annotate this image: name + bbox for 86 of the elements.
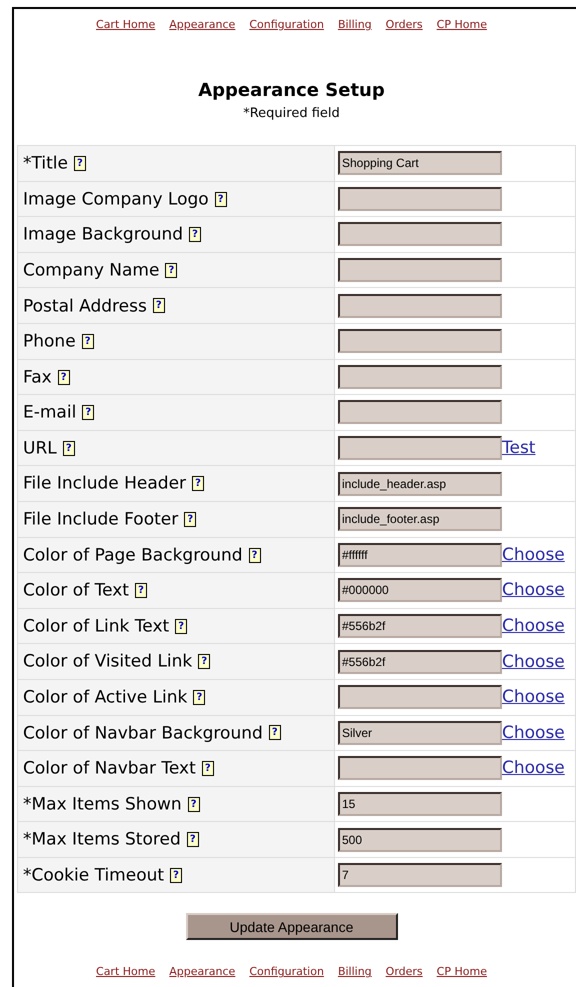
nav-link[interactable]: Appearance <box>169 965 236 978</box>
help-button[interactable]: ? <box>58 370 70 385</box>
help-button[interactable]: ? <box>192 476 204 492</box>
input-field[interactable]: #000000 <box>338 578 502 602</box>
input-field[interactable]: #ffffff <box>338 542 502 567</box>
nav-link[interactable]: Orders <box>386 965 423 978</box>
field-link[interactable]: Test <box>502 438 536 458</box>
help-button[interactable]: ? <box>268 725 281 740</box>
nav-link[interactable]: Billing <box>338 18 372 31</box>
input-field[interactable] <box>338 258 502 282</box>
input-field[interactable]: include_footer.asp <box>338 507 502 532</box>
help-button[interactable]: ? <box>62 440 75 456</box>
input-field[interactable] <box>338 186 502 211</box>
nav-link[interactable]: Configuration <box>249 18 324 31</box>
label-text: *Max Items Stored <box>23 830 181 850</box>
nav-link[interactable]: Cart Home <box>96 965 156 978</box>
input-field[interactable]: include_header.asp <box>338 472 502 496</box>
field-link[interactable]: Choose <box>502 616 565 636</box>
label-text: E-mail <box>23 402 76 423</box>
nav-link[interactable]: Orders <box>386 18 423 31</box>
help-button[interactable]: ? <box>189 227 202 242</box>
label-text: *Title <box>23 153 68 174</box>
help-button[interactable]: ? <box>184 512 196 527</box>
update-button[interactable]: Update Appearance <box>186 913 398 940</box>
input-field[interactable] <box>338 364 502 389</box>
help-button[interactable]: ? <box>82 405 94 420</box>
input-field[interactable]: 15 <box>338 792 502 816</box>
help-button[interactable]: ? <box>134 583 147 598</box>
input-field[interactable]: Shopping Cart <box>338 151 502 176</box>
page-heading: Appearance Setup <box>198 80 385 101</box>
input-field[interactable]: 7 <box>338 863 502 888</box>
nav-link[interactable]: CP Home <box>436 18 487 31</box>
field-link[interactable]: Choose <box>502 722 565 743</box>
label-text: File Include Header <box>23 474 186 494</box>
input-field[interactable] <box>338 756 502 780</box>
help-button[interactable]: ? <box>202 761 214 776</box>
help-button[interactable]: ? <box>165 262 178 278</box>
field-link[interactable]: Choose <box>502 544 565 565</box>
label-text: *Max Items Shown <box>23 794 182 814</box>
help-button[interactable]: ? <box>248 548 261 562</box>
label-text: Color of Visited Link <box>23 652 192 672</box>
field-link[interactable]: Choose <box>502 687 565 708</box>
help-button[interactable]: ? <box>214 192 227 207</box>
input-field[interactable]: #556b2f <box>338 614 502 638</box>
label-text: Color of Text <box>23 580 129 601</box>
label-text: Company Name <box>23 260 160 280</box>
input-field[interactable] <box>338 685 502 710</box>
help-button[interactable]: ? <box>74 156 86 171</box>
input-field[interactable] <box>338 436 502 460</box>
nav-link[interactable]: Billing <box>338 965 372 978</box>
input-field[interactable] <box>338 294 502 318</box>
label-text: Color of Active Link <box>23 687 188 708</box>
label-text: Phone <box>23 331 76 352</box>
help-button[interactable]: ? <box>198 654 210 670</box>
label-text: Color of Page Background <box>23 545 243 565</box>
nav-link[interactable]: Cart Home <box>96 18 156 31</box>
help-button[interactable]: ? <box>175 618 188 634</box>
label-text: Image Background <box>23 224 184 245</box>
label-text: Fax <box>23 367 52 388</box>
input-field[interactable] <box>338 329 502 354</box>
field-link[interactable]: Choose <box>502 758 565 778</box>
field-link[interactable]: Choose <box>502 580 565 600</box>
label-text: Postal Address <box>23 296 147 316</box>
label-text: Color of Link Text <box>23 616 170 636</box>
label-text: URL <box>23 438 57 458</box>
help-button[interactable]: ? <box>152 298 165 314</box>
field-link[interactable]: Choose <box>502 652 565 672</box>
label-text: Color of Navbar Text <box>23 758 196 779</box>
label-text: Color of Navbar Background <box>23 722 263 743</box>
help-button[interactable]: ? <box>186 832 199 848</box>
input-field[interactable]: 500 <box>338 828 502 852</box>
nav-link[interactable]: Configuration <box>249 965 324 978</box>
label-text: *Cookie Timeout <box>23 865 164 886</box>
required-note: *Required field <box>243 106 340 121</box>
help-button[interactable]: ? <box>193 690 206 705</box>
nav-link[interactable]: Appearance <box>169 18 236 31</box>
nav-link[interactable]: CP Home <box>436 965 487 978</box>
help-button[interactable]: ? <box>82 334 94 349</box>
label-text: Image Company Logo <box>23 189 209 210</box>
input-field[interactable]: Silver <box>338 720 502 745</box>
input-field[interactable]: #556b2f <box>338 650 502 674</box>
help-button[interactable]: ? <box>188 796 200 812</box>
label-text: File Include Footer <box>23 509 178 530</box>
help-button[interactable]: ? <box>170 868 182 883</box>
input-field[interactable] <box>338 400 502 424</box>
input-field[interactable] <box>338 222 502 246</box>
